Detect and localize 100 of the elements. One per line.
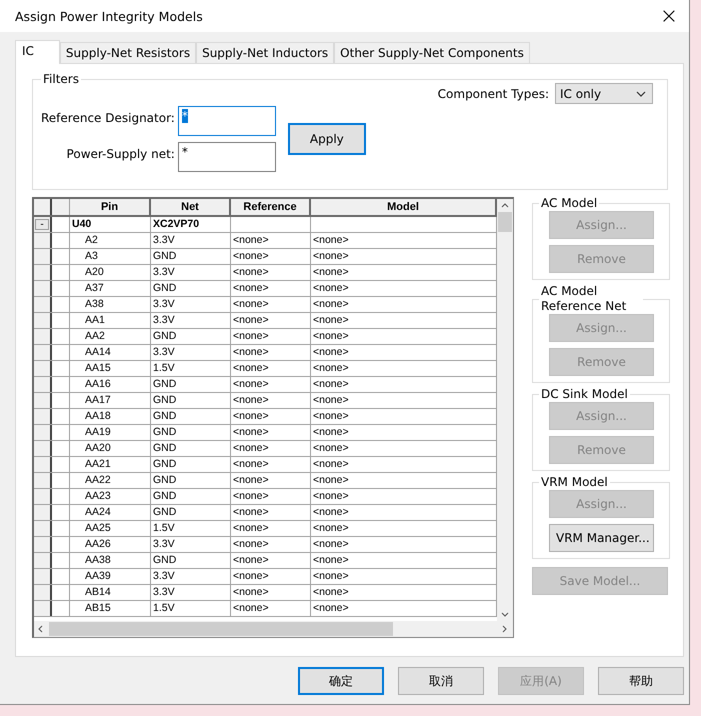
scroll-right-icon[interactable] — [502, 625, 507, 633]
row-header[interactable] — [34, 313, 52, 328]
scroll-up-icon[interactable] — [501, 203, 509, 208]
row-header[interactable] — [34, 345, 52, 360]
row-header[interactable] — [34, 553, 52, 568]
column-header[interactable]: Reference — [231, 199, 311, 215]
row-header[interactable] — [34, 457, 52, 472]
row-header[interactable] — [34, 233, 52, 248]
table-cell: <none> — [313, 426, 349, 438]
group-title: AC Model Reference Net — [540, 284, 628, 314]
tab[interactable]: Supply-Net Inductors — [196, 42, 334, 63]
table-cell: <none> — [233, 602, 269, 614]
dialog-button[interactable]: 取消 — [398, 667, 484, 695]
row-header[interactable] — [34, 441, 52, 456]
row-header[interactable] — [34, 569, 52, 584]
table-cell: GND — [153, 330, 176, 342]
table-cell: AA39 — [85, 570, 111, 582]
table-cell: <none> — [313, 314, 349, 326]
table-cell: AA38 — [85, 554, 111, 566]
table-cell: U40 — [72, 218, 92, 230]
table-cell: <none> — [313, 282, 349, 294]
table-cell: <none> — [233, 426, 269, 438]
table-cell: A38 — [85, 298, 104, 310]
table-cell: <none> — [313, 250, 349, 262]
row-header[interactable] — [34, 505, 52, 520]
table-cell: GND — [153, 378, 176, 390]
row-header[interactable] — [34, 281, 52, 296]
row-header[interactable] — [34, 537, 52, 552]
row-header[interactable] — [34, 409, 52, 424]
tab[interactable]: IC — [15, 40, 60, 64]
table-cell: <none> — [313, 330, 349, 342]
column-header[interactable]: Pin — [70, 199, 151, 215]
row-header[interactable] — [34, 601, 52, 616]
group-title: DC Sink Model — [540, 387, 629, 402]
table-cell: <none> — [313, 394, 349, 406]
table-cell: A20 — [85, 266, 104, 278]
table-cell: <none> — [233, 586, 269, 598]
table-cell: 3.3V — [153, 586, 175, 598]
table-cell: AA23 — [85, 490, 111, 502]
row-header[interactable] — [34, 585, 52, 600]
horizontal-scrollbar[interactable] — [34, 621, 513, 637]
table-cell: GND — [153, 282, 176, 294]
row-header[interactable] — [34, 473, 52, 488]
table-cell: XC2VP70 — [153, 218, 200, 230]
table-cell: <none> — [233, 250, 269, 262]
row-header[interactable] — [34, 393, 52, 408]
input-field[interactable]: * — [178, 106, 276, 136]
apply-button[interactable]: Apply — [288, 123, 366, 155]
table-cell: 1.5V — [153, 602, 175, 614]
table-cell: <none> — [233, 554, 269, 566]
group-title: Filters — [42, 72, 80, 86]
dialog-button[interactable]: 帮助 — [598, 667, 684, 695]
table-cell: <none> — [233, 266, 269, 278]
table-cell: A2 — [85, 234, 98, 246]
table-cell: AA16 — [85, 378, 111, 390]
row-header[interactable] — [34, 377, 52, 392]
component-types-dropdown[interactable]: IC only — [555, 83, 653, 104]
table-cell: <none> — [313, 362, 349, 374]
scroll-left-icon[interactable] — [38, 625, 43, 633]
table-cell: AA25 — [85, 522, 111, 534]
row-header[interactable] — [34, 489, 52, 504]
table-cell: GND — [153, 490, 176, 502]
collapse-button[interactable]: - — [35, 219, 49, 230]
tab[interactable]: Supply-Net Resistors — [60, 42, 196, 63]
table-cell: AA19 — [85, 426, 111, 438]
close-button[interactable]: × — [649, 0, 689, 32]
input-field[interactable]: * — [178, 142, 276, 172]
table-cell: <none> — [313, 442, 349, 454]
table-cell: AA22 — [85, 474, 111, 486]
table-cell: AA14 — [85, 346, 111, 358]
row-header[interactable] — [34, 329, 52, 344]
table-cell: 3.3V — [153, 346, 175, 358]
column-header[interactable]: Net — [151, 199, 231, 215]
table-cell: 3.3V — [153, 234, 175, 246]
field-label: Power-Supply net: — [66, 147, 175, 161]
table-cell: <none> — [313, 586, 349, 598]
table-cell: AA1 — [85, 314, 105, 326]
scroll-thumb[interactable] — [49, 622, 393, 636]
model-button[interactable]: VRM Manager... — [549, 524, 654, 552]
table-cell: AA24 — [85, 506, 111, 518]
row-header[interactable] — [34, 425, 52, 440]
tab[interactable]: Other Supply-Net Components — [334, 42, 530, 63]
table-cell: <none> — [313, 602, 349, 614]
table-cell: 3.3V — [153, 266, 175, 278]
row-header[interactable] — [34, 249, 52, 264]
vertical-scrollbar[interactable] — [497, 199, 513, 621]
dialog-button[interactable]: 确定 — [298, 667, 384, 695]
row-header[interactable] — [34, 361, 52, 376]
row-header[interactable] — [34, 297, 52, 312]
table-cell: AA17 — [85, 394, 111, 406]
table-cell: <none> — [233, 538, 269, 550]
table-cell: AA2 — [85, 330, 105, 342]
table-cell: <none> — [313, 234, 349, 246]
scroll-down-icon[interactable] — [501, 612, 509, 617]
table-cell: <none> — [313, 266, 349, 278]
row-header[interactable] — [34, 265, 52, 280]
table-cell: AA21 — [85, 458, 111, 470]
scroll-thumb[interactable] — [498, 212, 512, 232]
row-header[interactable] — [34, 521, 52, 536]
table-cell: 3.3V — [153, 314, 175, 326]
